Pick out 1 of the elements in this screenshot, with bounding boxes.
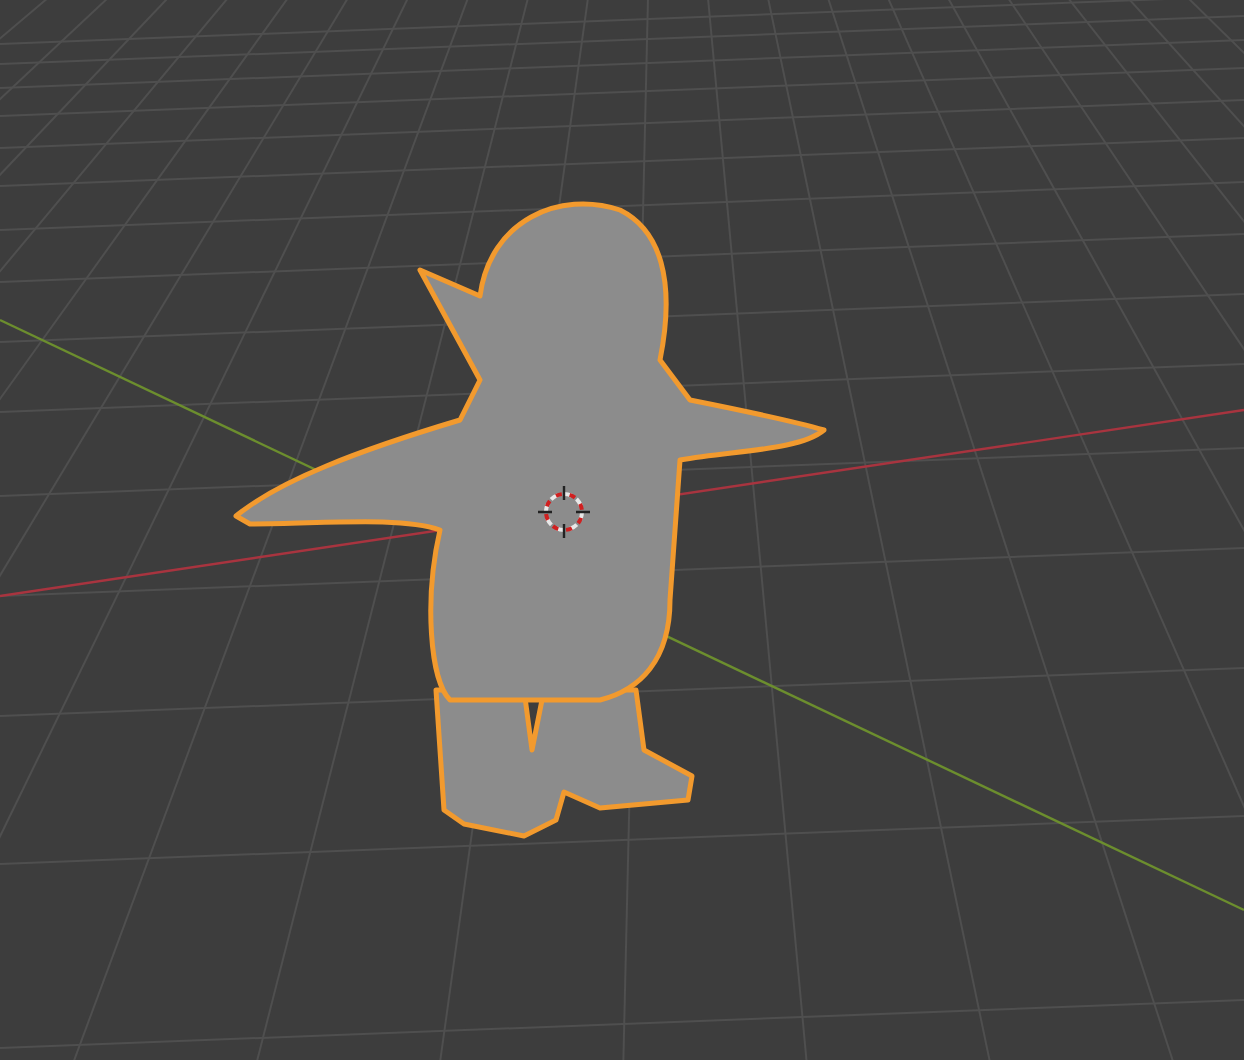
cursor-icon <box>536 484 592 540</box>
